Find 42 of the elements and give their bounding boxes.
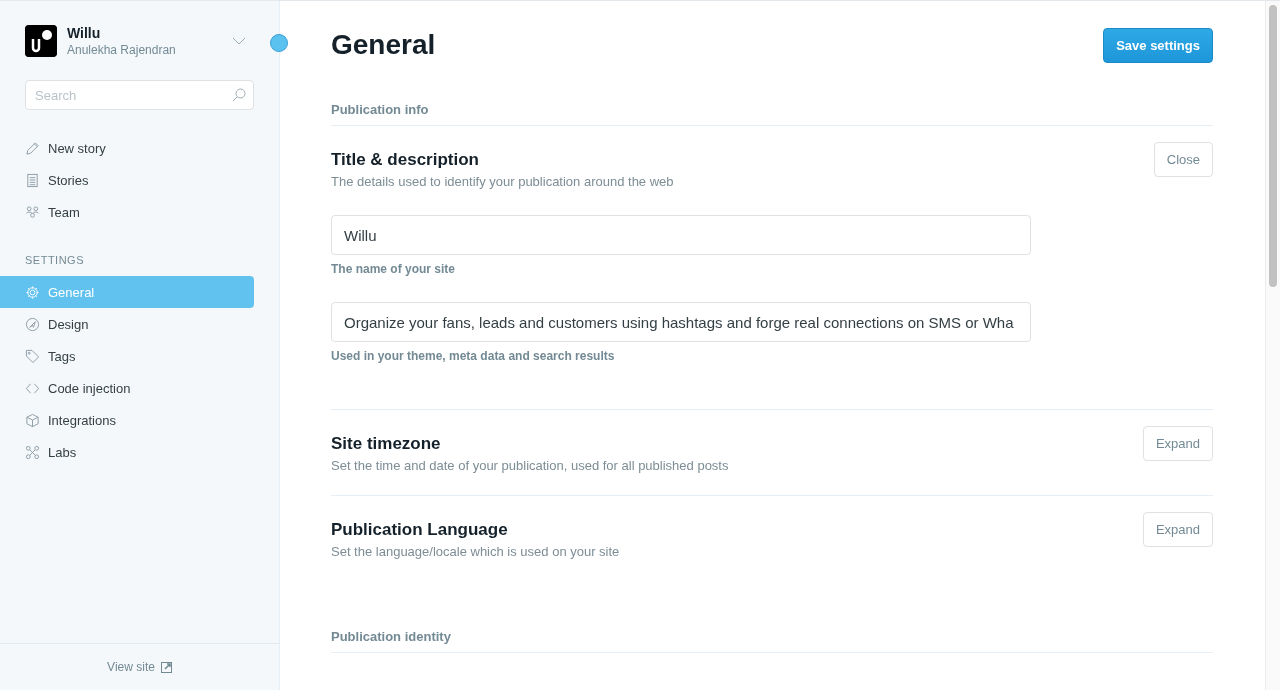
people-icon xyxy=(25,204,40,220)
sidebar-item[interactable]: Labs xyxy=(0,436,254,468)
group-heading: Publication identity xyxy=(331,581,1213,653)
section-title: Publication Language xyxy=(331,520,509,540)
tag-icon xyxy=(25,348,40,364)
section-title: Title & description xyxy=(331,150,480,170)
sidebar-item[interactable]: Stories xyxy=(0,164,254,196)
search-field[interactable]: Search xyxy=(25,80,254,110)
section-title: Site timezone xyxy=(331,434,442,454)
section-heading: SETTINGS xyxy=(24,253,85,268)
group-heading: Publication info xyxy=(331,65,1213,126)
sidebar-item[interactable]: Code injection xyxy=(0,372,254,404)
sidebar-item[interactable]: Design xyxy=(0,308,254,340)
document-icon xyxy=(25,172,40,188)
section-description: The details used to identify your publication around the web xyxy=(331,174,674,189)
status-dot xyxy=(270,34,288,52)
external-link-icon xyxy=(160,661,172,673)
text-field[interactable]: Organize your fans, leads and customers using hashtags and forge real connections on SMS or Wha xyxy=(331,302,1031,342)
sidebar-item[interactable]: New story xyxy=(0,132,254,164)
logo-icon xyxy=(25,25,57,57)
page-title: General xyxy=(331,29,436,61)
expand-button[interactable]: Expand xyxy=(1142,426,1213,461)
view-site-link[interactable]: View site xyxy=(107,660,172,674)
sidebar-item[interactable]: Integrations xyxy=(0,404,254,436)
expand-button[interactable]: Expand xyxy=(1142,512,1213,547)
close-button[interactable]: Close xyxy=(1153,142,1213,177)
sidebar-item[interactable]: Team xyxy=(0,196,254,228)
blog-name: Willu xyxy=(67,25,102,41)
sidebar-item[interactable]: Tags xyxy=(0,340,254,372)
pencil-icon xyxy=(25,140,40,156)
search-icon xyxy=(232,88,246,102)
field-hint: Used in your theme, meta data and search results xyxy=(331,349,616,363)
field-hint: The name of your site xyxy=(331,262,457,276)
section-description: Set the language/locale which is used on your site xyxy=(331,544,620,559)
gear-icon xyxy=(25,284,40,300)
section-description: Set the time and date of your publication, used for all published posts xyxy=(331,458,729,473)
compass-icon xyxy=(25,316,40,332)
user-name: Anulekha Rajendran xyxy=(67,43,177,57)
scrollbar-thumb[interactable] xyxy=(1269,5,1277,287)
text-field[interactable]: Willu xyxy=(331,215,1031,255)
tools-icon xyxy=(25,444,40,460)
box-icon xyxy=(25,412,40,428)
